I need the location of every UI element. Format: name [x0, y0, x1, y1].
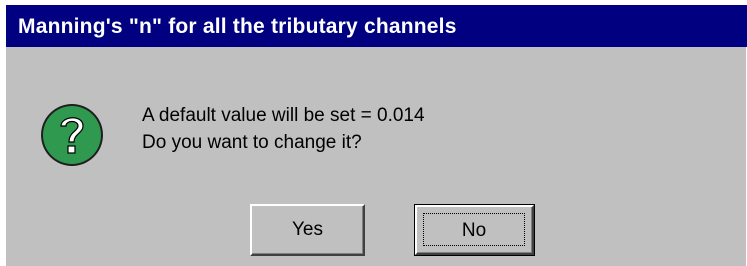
title-bar[interactable]: Manning's "n" for all the tributary chan…	[6, 5, 747, 47]
no-button-bevel: No	[415, 205, 534, 255]
yes-button[interactable]: Yes	[250, 204, 365, 256]
question-icon	[39, 102, 105, 168]
message-line-2: Do you want to change it?	[142, 132, 362, 153]
dialog-title: Manning's "n" for all the tributary chan…	[18, 15, 457, 38]
no-button-label: No	[423, 213, 525, 246]
message-dialog: Manning's "n" for all the tributary chan…	[5, 4, 747, 266]
question-icon-graphic	[41, 104, 103, 166]
dialog-message: A default value will be set = 0.014 Do y…	[142, 102, 425, 156]
no-button[interactable]: No	[414, 204, 535, 256]
message-line-1: A default value will be set = 0.014	[142, 105, 425, 126]
